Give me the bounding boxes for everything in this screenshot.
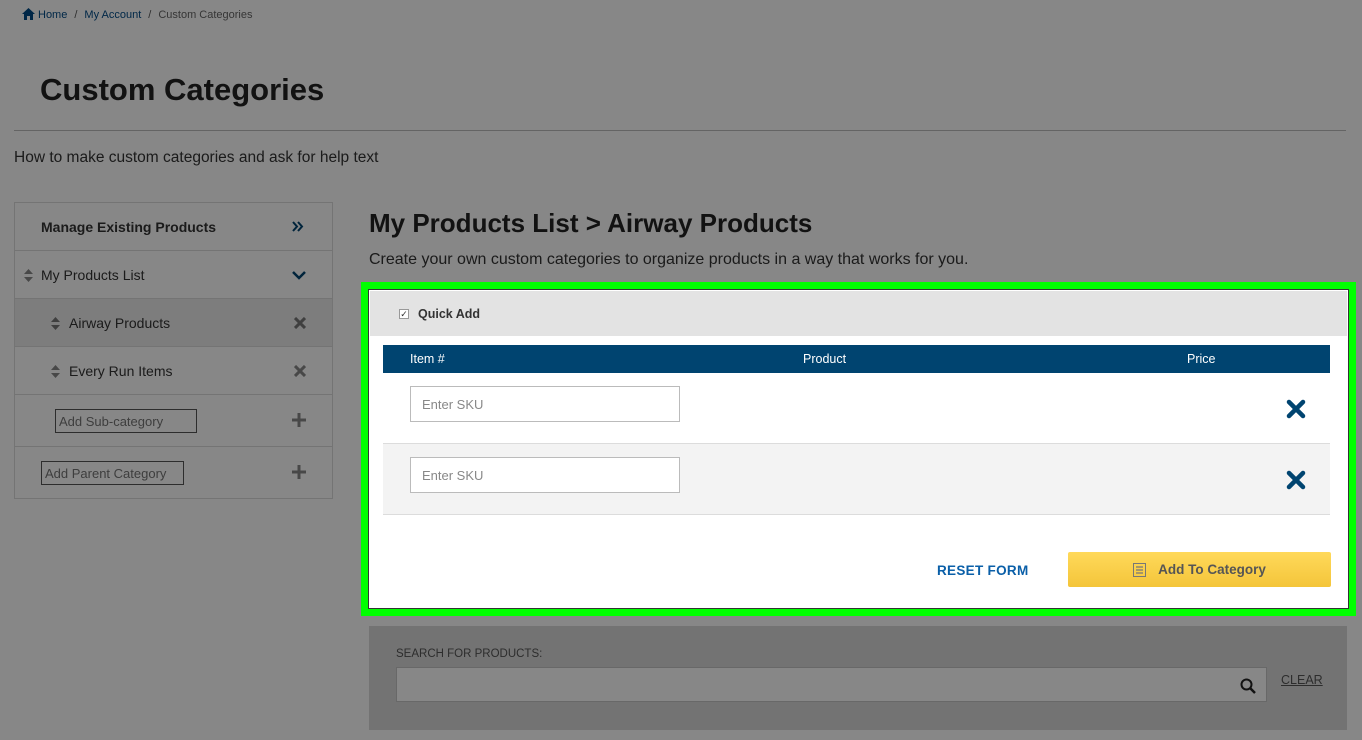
breadcrumb-current: Custom Categories — [158, 8, 253, 21]
quick-add-panel: ✓ Quick Add Item # Product Price RESET F… — [368, 289, 1349, 609]
breadcrumb-home-link[interactable]: Home — [22, 8, 67, 21]
breadcrumb-separator: / — [148, 8, 152, 21]
add-sub-category-input[interactable] — [55, 409, 197, 433]
home-icon — [22, 8, 35, 20]
column-header-item: Item # — [410, 352, 445, 366]
delete-x-icon[interactable] — [294, 365, 306, 377]
sort-handle-icon[interactable] — [51, 317, 60, 330]
sidebar-item-label: Airway Products — [69, 314, 171, 331]
manage-existing-products-label: Manage Existing Products — [41, 218, 217, 235]
section-description: Create your own custom categories to org… — [369, 251, 969, 268]
clear-search-link[interactable]: CLEAR — [1281, 673, 1323, 687]
reset-form-button[interactable]: RESET FORM — [937, 563, 1029, 578]
breadcrumb-my-account-link[interactable]: My Account — [84, 9, 141, 21]
add-to-category-label: Add To Category — [1158, 562, 1266, 577]
delete-x-icon[interactable] — [294, 317, 306, 329]
sidebar-item-every-run-items[interactable]: Every Run Items — [15, 347, 332, 395]
breadcrumb-home-label: Home — [38, 9, 68, 21]
help-text: How to make custom categories and ask fo… — [14, 149, 379, 166]
sku-input[interactable] — [410, 386, 680, 422]
table-row — [383, 444, 1330, 515]
search-label: SEARCH FOR PRODUCTS: — [396, 648, 543, 660]
search-products-panel: SEARCH FOR PRODUCTS: CLEAR — [369, 626, 1347, 730]
sidebar-item-airway-products[interactable]: Airway Products — [15, 299, 332, 347]
sidebar-item-label: Every Run Items — [69, 362, 173, 379]
plus-icon[interactable] — [292, 465, 306, 479]
search-input[interactable] — [396, 667, 1267, 702]
my-products-list-label: My Products List — [41, 266, 145, 283]
list-icon — [1133, 562, 1147, 577]
chevron-down-icon[interactable] — [292, 271, 306, 280]
add-to-category-button[interactable]: Add To Category — [1068, 552, 1331, 587]
add-parent-category-input[interactable] — [41, 461, 184, 485]
manage-existing-products-row[interactable]: Manage Existing Products — [15, 203, 332, 251]
modal-overlay — [1356, 282, 1362, 616]
page: Home / My Account / Custom Categories Cu… — [0, 0, 1362, 740]
section-title: My Products List > Airway Products — [369, 208, 813, 238]
quick-add-header: ✓ Quick Add — [370, 291, 1347, 336]
search-icon[interactable] — [1240, 678, 1256, 694]
breadcrumb-separator: / — [74, 8, 78, 21]
column-header-product: Product — [803, 352, 847, 366]
category-sidebar: Manage Existing Products My Products Lis… — [14, 202, 333, 499]
double-chevron-right-icon[interactable] — [292, 221, 304, 232]
sort-handle-icon[interactable] — [51, 365, 60, 378]
quick-add-title: Quick Add — [418, 307, 481, 321]
breadcrumb: Home / My Account / Custom Categories — [22, 8, 252, 21]
remove-row-icon[interactable] — [1286, 470, 1306, 490]
page-title: Custom Categories — [40, 72, 325, 107]
title-divider — [14, 130, 1346, 131]
remove-row-icon[interactable] — [1286, 399, 1306, 419]
plus-icon[interactable] — [292, 413, 306, 427]
add-parent-category-row — [15, 447, 332, 499]
sort-handle-icon[interactable] — [24, 269, 33, 282]
table-row — [383, 373, 1330, 444]
sidebar-item-my-products-list[interactable]: My Products List — [15, 251, 332, 299]
add-sub-category-row — [15, 395, 332, 447]
quick-add-table-header: Item # Product Price — [383, 345, 1330, 373]
column-header-price: Price — [1187, 352, 1216, 366]
quick-add-checkbox[interactable]: ✓ — [399, 309, 409, 319]
sku-input[interactable] — [410, 457, 680, 493]
